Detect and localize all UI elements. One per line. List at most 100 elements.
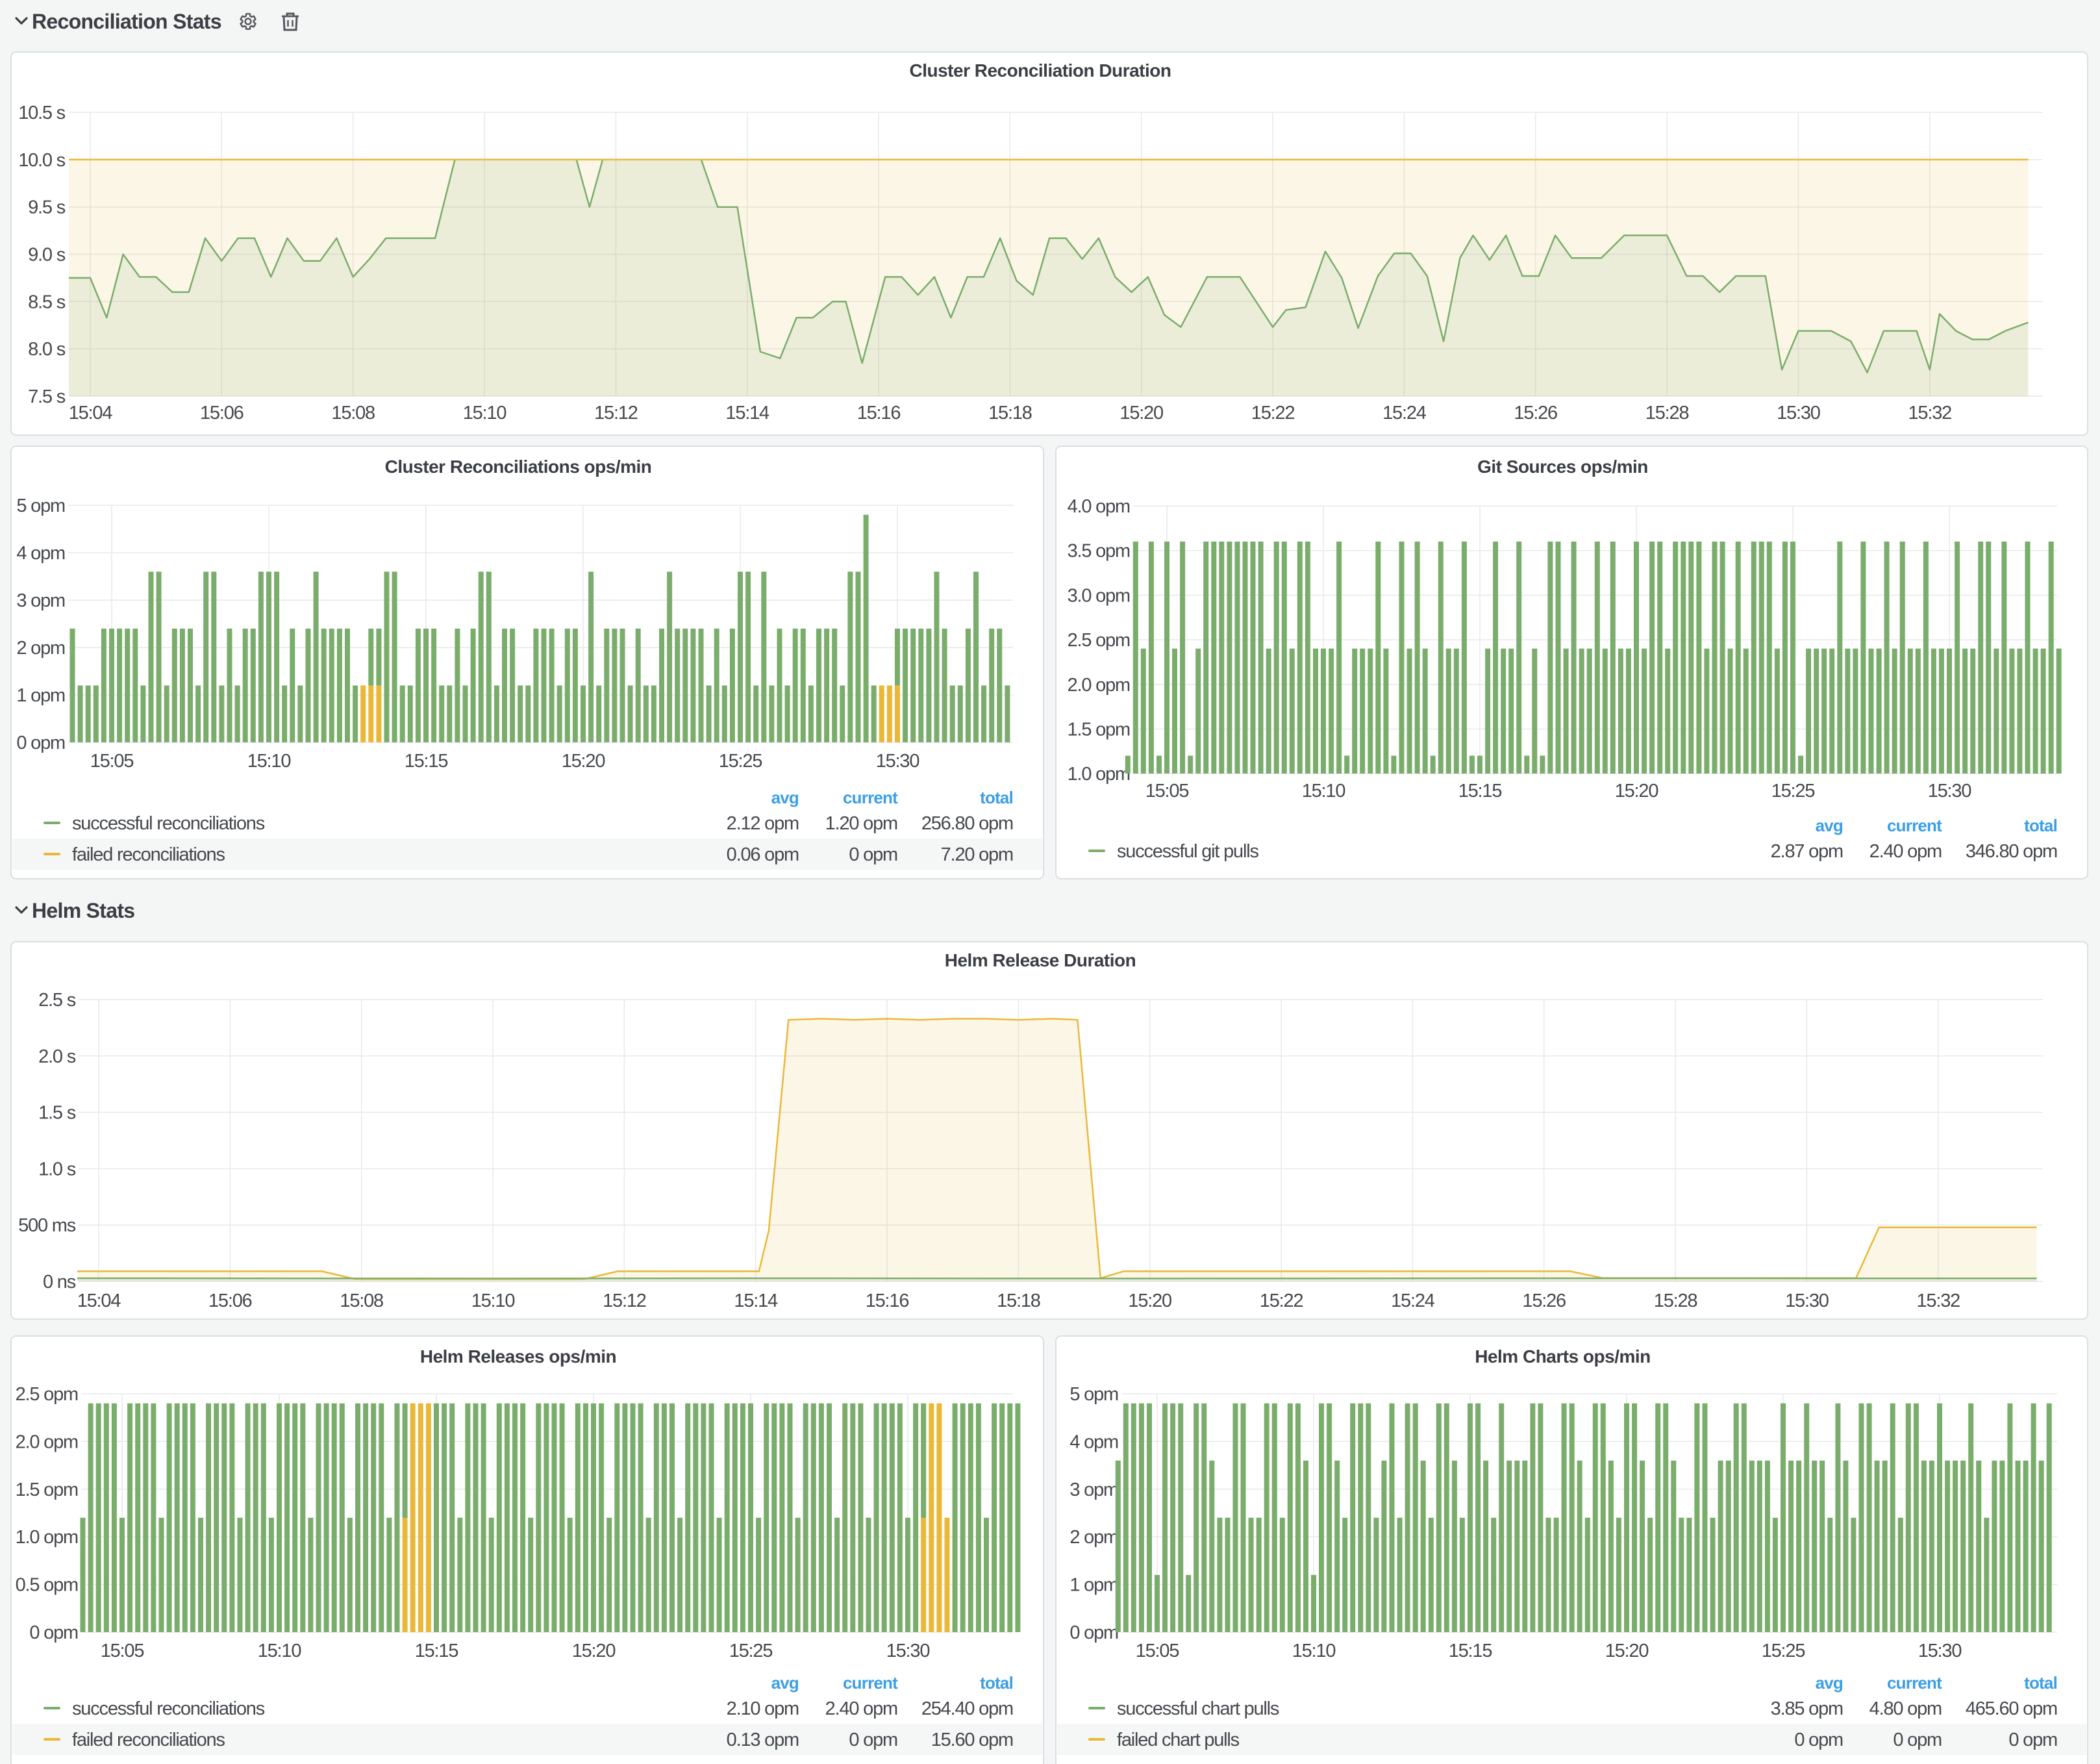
- svg-text:15:26: 15:26: [1514, 403, 1557, 423]
- svg-text:7.5 s: 7.5 s: [28, 386, 66, 407]
- svg-text:1.0 opm: 1.0 opm: [1068, 764, 1130, 785]
- svg-text:1.5 opm: 1.5 opm: [16, 1480, 78, 1500]
- svg-text:15:24: 15:24: [1391, 1291, 1435, 1311]
- svg-text:2.40 opm: 2.40 opm: [1869, 841, 1942, 862]
- svg-text:current: current: [843, 1673, 898, 1693]
- svg-text:0.06 opm: 0.06 opm: [727, 844, 799, 865]
- svg-text:15:18: 15:18: [997, 1291, 1040, 1311]
- svg-text:15:22: 15:22: [1251, 403, 1295, 423]
- svg-text:15:05: 15:05: [90, 751, 134, 772]
- svg-text:2 opm: 2 opm: [16, 638, 65, 659]
- svg-text:15:20: 15:20: [1119, 403, 1163, 423]
- svg-text:9.0 s: 9.0 s: [28, 245, 66, 266]
- svg-text:15:26: 15:26: [1522, 1291, 1566, 1311]
- svg-text:15:30: 15:30: [1785, 1291, 1829, 1311]
- svg-text:500 ms: 500 ms: [18, 1215, 76, 1236]
- svg-text:4.0 opm: 4.0 opm: [1068, 496, 1130, 517]
- svg-text:15:20: 15:20: [1615, 781, 1658, 801]
- svg-text:15:20: 15:20: [572, 1641, 616, 1661]
- svg-text:15:15: 15:15: [415, 1641, 458, 1661]
- svg-text:15:32: 15:32: [1908, 403, 1952, 423]
- svg-text:15:05: 15:05: [1136, 1641, 1179, 1661]
- svg-text:successful chart pulls: successful chart pulls: [1117, 1698, 1279, 1719]
- svg-text:Helm Stats: Helm Stats: [32, 899, 134, 922]
- svg-text:0.13 opm: 0.13 opm: [727, 1730, 799, 1750]
- svg-text:4.80 opm: 4.80 opm: [1869, 1698, 1942, 1719]
- svg-text:15:25: 15:25: [1762, 1641, 1805, 1661]
- svg-text:total: total: [2024, 1673, 2057, 1693]
- svg-text:15:30: 15:30: [876, 751, 919, 772]
- svg-text:Git Sources ops/min: Git Sources ops/min: [1477, 457, 1648, 477]
- svg-text:Helm Charts ops/min: Helm Charts ops/min: [1475, 1346, 1651, 1367]
- svg-text:Cluster Reconciliations ops/mi: Cluster Reconciliations ops/min: [385, 457, 652, 477]
- svg-text:2.5 s: 2.5 s: [38, 990, 76, 1011]
- svg-text:15:15: 15:15: [1458, 781, 1502, 801]
- svg-text:2.0 opm: 2.0 opm: [1068, 675, 1130, 696]
- svg-text:15.60 opm: 15.60 opm: [931, 1730, 1013, 1750]
- svg-text:current: current: [1887, 1673, 1942, 1693]
- svg-text:avg: avg: [771, 1673, 799, 1693]
- svg-text:15:25: 15:25: [719, 751, 762, 772]
- svg-text:8.5 s: 8.5 s: [28, 292, 66, 312]
- svg-text:15:10: 15:10: [1302, 781, 1345, 801]
- svg-text:3 opm: 3 opm: [16, 590, 65, 611]
- svg-text:2.87 opm: 2.87 opm: [1771, 841, 1843, 862]
- svg-text:successful git pulls: successful git pulls: [1117, 841, 1258, 862]
- svg-text:15:20: 15:20: [1128, 1291, 1171, 1311]
- svg-text:15:28: 15:28: [1645, 403, 1689, 423]
- svg-text:1 opm: 1 opm: [16, 685, 65, 706]
- svg-text:254.40 opm: 254.40 opm: [921, 1698, 1013, 1719]
- svg-text:0.5 opm: 0.5 opm: [16, 1575, 78, 1596]
- svg-text:10.0 s: 10.0 s: [18, 150, 65, 171]
- svg-text:465.60 opm: 465.60 opm: [1966, 1698, 2057, 1719]
- svg-text:3.0 opm: 3.0 opm: [1068, 585, 1130, 606]
- svg-text:0 opm: 0 opm: [1069, 1622, 1118, 1643]
- svg-text:15:04: 15:04: [77, 1291, 121, 1311]
- svg-text:0 opm: 0 opm: [1893, 1730, 1942, 1750]
- svg-text:4 opm: 4 opm: [1069, 1431, 1118, 1452]
- svg-text:15:30: 15:30: [1928, 781, 1971, 801]
- svg-text:15:24: 15:24: [1382, 403, 1427, 423]
- svg-text:0 opm: 0 opm: [849, 844, 897, 865]
- svg-text:total: total: [980, 1673, 1013, 1693]
- svg-text:0 ns: 0 ns: [43, 1272, 76, 1292]
- svg-text:2.5 opm: 2.5 opm: [16, 1384, 78, 1405]
- svg-text:Reconciliation Stats: Reconciliation Stats: [32, 10, 221, 33]
- svg-text:current: current: [843, 788, 898, 807]
- svg-text:15:30: 15:30: [886, 1641, 930, 1661]
- svg-text:15:10: 15:10: [471, 1291, 515, 1311]
- svg-text:15:30: 15:30: [1777, 403, 1820, 423]
- svg-text:1.20 opm: 1.20 opm: [825, 813, 897, 834]
- svg-text:3 opm: 3 opm: [1069, 1480, 1118, 1500]
- svg-text:346.80 opm: 346.80 opm: [1966, 841, 2057, 862]
- svg-text:15:10: 15:10: [247, 751, 291, 772]
- svg-text:2.12 opm: 2.12 opm: [727, 813, 799, 834]
- svg-text:2.10 opm: 2.10 opm: [727, 1698, 799, 1719]
- svg-text:15:06: 15:06: [200, 403, 244, 423]
- svg-text:9.5 s: 9.5 s: [28, 197, 66, 218]
- svg-text:15:20: 15:20: [1605, 1641, 1649, 1661]
- svg-text:Helm Release Duration: Helm Release Duration: [945, 950, 1136, 970]
- svg-text:3.85 opm: 3.85 opm: [1771, 1698, 1843, 1719]
- svg-text:15:16: 15:16: [866, 1291, 909, 1311]
- svg-text:5 opm: 5 opm: [1069, 1384, 1118, 1405]
- svg-text:0 opm: 0 opm: [29, 1622, 78, 1643]
- svg-text:0 opm: 0 opm: [2008, 1730, 2057, 1750]
- svg-text:Cluster Reconciliation Duratio: Cluster Reconciliation Duration: [910, 60, 1171, 81]
- svg-text:Helm Releases ops/min: Helm Releases ops/min: [420, 1346, 616, 1367]
- svg-text:current: current: [1887, 816, 1942, 835]
- svg-text:3.5 opm: 3.5 opm: [1068, 541, 1130, 562]
- svg-text:successful reconciliations: successful reconciliations: [72, 813, 265, 834]
- svg-text:0 opm: 0 opm: [1794, 1730, 1843, 1750]
- svg-text:15:06: 15:06: [208, 1291, 252, 1311]
- svg-text:15:15: 15:15: [405, 751, 448, 772]
- svg-text:15:28: 15:28: [1654, 1291, 1697, 1311]
- svg-text:15:08: 15:08: [331, 403, 375, 423]
- svg-text:failed reconciliations: failed reconciliations: [72, 1730, 225, 1750]
- svg-text:8.0 s: 8.0 s: [28, 339, 66, 360]
- svg-text:7.20 opm: 7.20 opm: [941, 844, 1013, 865]
- svg-text:1.0 s: 1.0 s: [38, 1159, 76, 1179]
- svg-text:1.0 opm: 1.0 opm: [16, 1527, 78, 1548]
- svg-text:2.5 opm: 2.5 opm: [1068, 630, 1130, 651]
- svg-text:15:22: 15:22: [1260, 1291, 1303, 1311]
